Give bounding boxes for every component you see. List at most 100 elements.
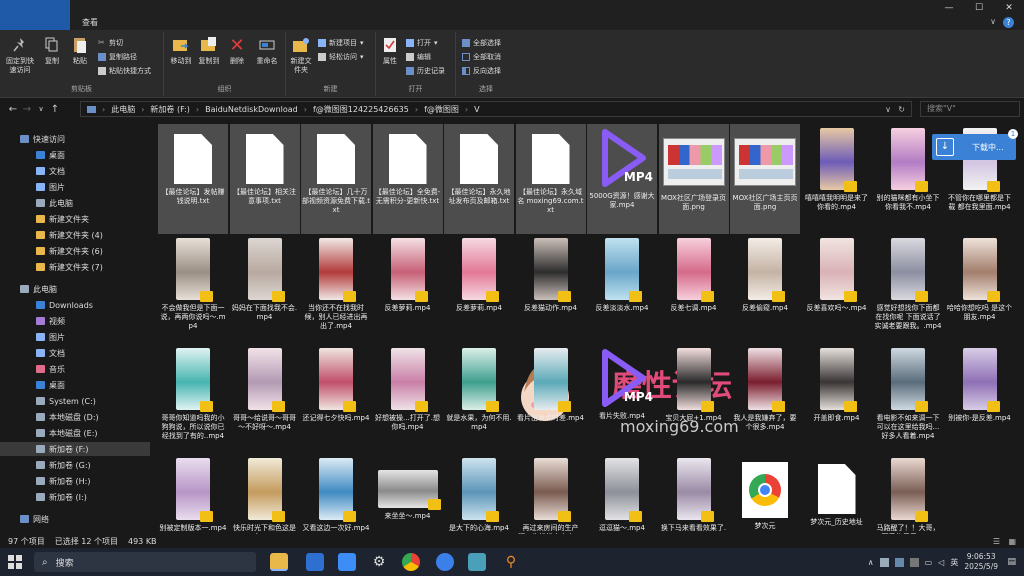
file-item[interactable]: 马路醒了！！大哥，可爱的您您.mp4 bbox=[873, 454, 943, 534]
file-item[interactable]: 就是水果，为何不用.mp4 bbox=[444, 344, 514, 454]
file-item[interactable]: 反差喜欢吗～.mp4 bbox=[802, 234, 872, 344]
forward-button[interactable]: → bbox=[20, 104, 34, 115]
file-item[interactable]: 反差萝莉.mp4 bbox=[444, 234, 514, 344]
edit-button[interactable]: 编辑 bbox=[406, 52, 431, 62]
close-button[interactable]: ✕ bbox=[994, 0, 1024, 16]
file-item[interactable]: 哥哥～给说哥～哥哥～不好呀～.mp4 bbox=[230, 344, 300, 454]
file-item[interactable]: 【最佳论坛】永久地址发布页及邮箱.txt bbox=[444, 124, 514, 234]
file-item[interactable]: 【最佳论坛】发帖赚钱说明.txt bbox=[158, 124, 228, 234]
ribbon-collapse-icon[interactable]: ∨ bbox=[990, 17, 996, 26]
sidebar-item[interactable]: 新加卷 (G:) bbox=[36, 458, 91, 472]
start-button[interactable] bbox=[8, 555, 22, 569]
file-item[interactable]: 【最佳论坛】相关注意事项.txt bbox=[229, 124, 300, 234]
ime-indicator[interactable]: 英 bbox=[950, 557, 958, 568]
app-icon-search-orange[interactable]: ⚲ bbox=[502, 553, 520, 571]
file-item[interactable]: MOX社区广场登录页面.png bbox=[658, 124, 729, 234]
file-item[interactable]: 快乐时光下和色这是一个...mp4 bbox=[230, 454, 300, 534]
sidebar-item[interactable]: Downloads bbox=[36, 298, 93, 312]
select-all-button[interactable]: 全部选择 bbox=[462, 38, 501, 48]
file-item[interactable]: 别被你-是反差.mp4 bbox=[945, 344, 1015, 454]
file-item[interactable]: 来坐坐～.mp4 bbox=[373, 454, 443, 534]
file-item[interactable]: 换下马来看看效果了.mp4 bbox=[659, 454, 729, 534]
file-item[interactable]: 嘻嘻嘻我明明是来了你看的.mp4 bbox=[802, 124, 872, 234]
breadcrumb-baidu[interactable]: BaiduNetdiskDownload bbox=[205, 105, 298, 114]
search-input[interactable]: 搜索"V" bbox=[920, 101, 1020, 117]
breadcrumb-v[interactable]: V bbox=[474, 105, 479, 114]
file-explorer-app-icon[interactable] bbox=[270, 553, 288, 571]
sidebar-item[interactable]: 快速访问 bbox=[20, 132, 65, 146]
sidebar-item[interactable]: 文档📌 bbox=[36, 164, 177, 178]
file-item[interactable]: 【最佳论坛】永久域名 moxing69.com.txt bbox=[515, 124, 586, 234]
help-icon[interactable]: ? bbox=[1003, 17, 1014, 28]
recent-locations-icon[interactable]: ∨ bbox=[34, 105, 48, 113]
file-item[interactable]: MOX社区广场主页页面.png bbox=[730, 124, 800, 234]
notification-icon[interactable]: ▤ bbox=[1007, 557, 1016, 567]
sidebar-item[interactable]: 本地磁盘 (E:) bbox=[36, 426, 98, 440]
move-to-button[interactable]: 移动到 bbox=[168, 36, 194, 66]
open-button[interactable]: 打开 ▾ bbox=[406, 38, 438, 48]
sidebar-item[interactable]: 音乐 bbox=[36, 362, 65, 376]
new-item-button[interactable]: 新建项目 ▾ bbox=[318, 38, 364, 48]
sidebar-item[interactable]: 新加卷 (I:) bbox=[36, 490, 87, 504]
breadcrumb-folder-1[interactable]: f@微图图124225426635 bbox=[313, 104, 409, 115]
large-icons-view-icon[interactable]: ▦ bbox=[1008, 537, 1016, 546]
history-button[interactable]: 历史记录 bbox=[406, 66, 445, 76]
file-item[interactable]: 【最佳论坛】全免费-无需积分-更新快.txt bbox=[372, 124, 443, 234]
network-icon[interactable]: ▭ bbox=[925, 558, 933, 567]
file-item[interactable]: 感觉好想找你下面都在找你呢 下面说话了 实诚老要跟我。.mp4 bbox=[873, 234, 943, 344]
sidebar-item[interactable]: 新加卷 (H:) bbox=[36, 474, 91, 488]
copy-path-button[interactable]: 复制路径 bbox=[98, 52, 137, 62]
sidebar-item[interactable]: 桌面📌 bbox=[36, 148, 177, 162]
pin-button[interactable]: 固定到快速访问 bbox=[4, 36, 36, 75]
minimize-button[interactable]: — bbox=[934, 0, 964, 16]
tray-app-icon-1[interactable] bbox=[879, 557, 889, 567]
sidebar-item[interactable]: 图片📌 bbox=[36, 180, 177, 194]
file-item[interactable]: 【最佳论坛】几十万部视频资源免费下载.txt bbox=[301, 124, 371, 234]
file-item[interactable]: 梦次元 bbox=[730, 454, 800, 534]
file-item[interactable]: 看片出发点时差.mp4 bbox=[516, 344, 586, 454]
sidebar-item[interactable]: 新建文件夹 bbox=[36, 212, 89, 226]
copy-to-button[interactable]: 复制到 bbox=[196, 36, 222, 66]
file-item[interactable]: 不会做我但是下面一说，再两你说吗～.mp4 bbox=[158, 234, 228, 344]
file-item[interactable]: 逗逗猫～.mp4 bbox=[587, 454, 657, 534]
address-bar[interactable]: › 此电脑 › 新加卷 (F:) › BaiduNetdiskDownload … bbox=[80, 101, 912, 117]
sidebar-item[interactable]: 新建文件夹 (6) bbox=[36, 244, 103, 258]
file-item[interactable]: 看电影不如来调一下 可以在这里给我吗...好多人看着.mp4 bbox=[873, 344, 943, 454]
sidebar-item[interactable]: 本地磁盘 (D:) bbox=[36, 410, 99, 424]
properties-button[interactable]: 属性 bbox=[378, 36, 402, 66]
file-item[interactable]: 宝贝大屁+1.mp4 bbox=[659, 344, 729, 454]
file-item[interactable]: 别被定制版本一.mp4 bbox=[158, 454, 228, 534]
delete-button[interactable]: ✕ 删除 bbox=[226, 36, 248, 66]
breadcrumb-pc[interactable]: 此电脑 bbox=[111, 104, 135, 115]
details-view-icon[interactable]: ☰ bbox=[993, 537, 1000, 546]
back-button[interactable]: ← bbox=[6, 104, 20, 115]
file-item[interactable]: 妈妈在下面找我不会.mp4 bbox=[230, 234, 300, 344]
refresh-icon[interactable]: ↻ bbox=[898, 105, 905, 114]
address-dropdown-icon[interactable]: ∨ bbox=[885, 105, 891, 114]
clock[interactable]: 9:06:53 2025/5/9 bbox=[964, 552, 998, 572]
taskbar-search[interactable]: ⌕ 搜索 bbox=[34, 552, 256, 572]
volume-icon[interactable]: ◁ bbox=[938, 558, 944, 567]
app-icon-cloud[interactable] bbox=[436, 553, 454, 571]
copy-button[interactable]: 复制 bbox=[40, 36, 64, 66]
file-item[interactable]: 哈哈你想吃吗 是这个朋友.mp4 bbox=[945, 234, 1015, 344]
cut-button[interactable]: ✂ 剪切 bbox=[98, 38, 123, 48]
file-item[interactable]: 我人是我嫌弃了，要个很多.mp4 bbox=[730, 344, 800, 454]
sidebar-item[interactable]: 视频 bbox=[36, 314, 65, 328]
tray-expand-icon[interactable]: ∧ bbox=[868, 558, 874, 567]
select-none-button[interactable]: 全部取消 bbox=[462, 52, 501, 62]
app-icon-blue-1[interactable] bbox=[306, 553, 324, 571]
file-item[interactable]: MP4 看片失败.mp4 bbox=[587, 344, 657, 454]
tray-app-icon-3[interactable] bbox=[909, 557, 919, 567]
file-item[interactable]: MP4 5000G资源！感谢大家.mp4 bbox=[587, 124, 657, 234]
paste-button[interactable]: 粘贴 bbox=[68, 36, 92, 66]
file-item[interactable]: 是大下的心海.mp4 bbox=[444, 454, 514, 534]
file-item[interactable]: 反差淡淡水.mp4 bbox=[587, 234, 657, 344]
invert-selection-button[interactable]: 反向选择 bbox=[462, 66, 501, 76]
paste-shortcut-button[interactable]: 粘贴快捷方式 bbox=[98, 66, 151, 76]
file-item[interactable]: 反差萝莉.mp4 bbox=[373, 234, 443, 344]
file-item[interactable]: 开盖即食.mp4 bbox=[802, 344, 872, 454]
maximize-button[interactable]: ☐ bbox=[964, 0, 994, 16]
easy-access-button[interactable]: 轻松访问 ▾ bbox=[318, 52, 364, 62]
sidebar-item[interactable]: 网络 bbox=[20, 512, 49, 526]
